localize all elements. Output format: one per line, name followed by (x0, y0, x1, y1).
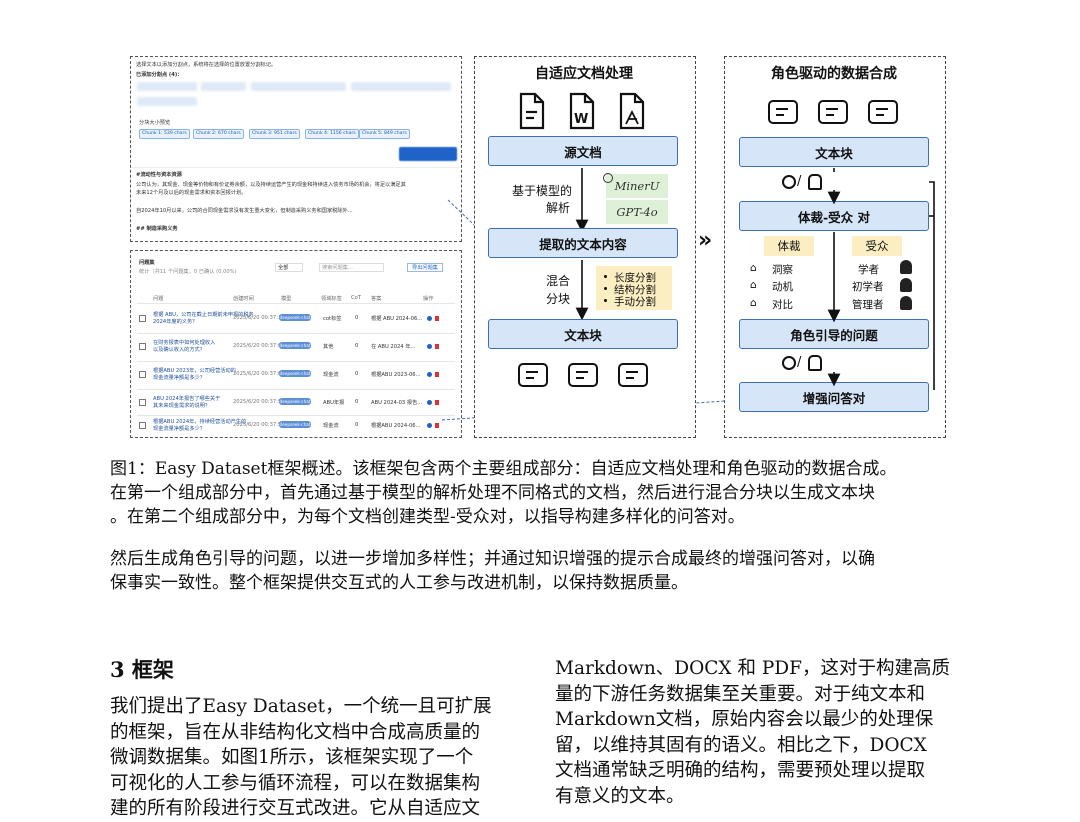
chunk-icon (618, 363, 648, 387)
model-parse-label: 解析 (546, 201, 571, 215)
chunk-icon (768, 100, 798, 124)
text-chunk-box: 文本块 (488, 319, 678, 349)
svg-text:W: W (574, 112, 588, 127)
chunk-icon (868, 100, 898, 124)
double-chevron-icon: » (698, 228, 713, 253)
chunk-icon (518, 363, 548, 387)
document-icons: W (519, 92, 645, 130)
source-document-box: 源文档 (488, 136, 678, 166)
split-methods-box: 长度分割 结构分割 手动分割 (596, 266, 672, 310)
zoom-icon (603, 173, 613, 183)
right-flow-arrows (827, 168, 935, 390)
model-parse-label: 基于模型的 (512, 184, 573, 198)
parser-gpt4o: GPT-4o (606, 200, 668, 224)
figure-caption: 图1：Easy Dataset框架概述。该框架包含两个主要组成部分：自适应文档处… (110, 459, 897, 527)
split-method: 手动分割 (614, 296, 656, 308)
chunk-icon (568, 363, 598, 387)
figure-caption-continued: 然后生成角色引导的问题，以进一步增加多样性；并通过知识增强的提示合成最终的增强问… (110, 549, 875, 593)
chunk-icon (818, 100, 848, 124)
parser-mineru: MinerU (606, 174, 668, 198)
body-right-column: Markdown、DOCX 和 PDF，这对于构建高质 量的下游任务数据集至关重… (555, 658, 950, 807)
panel-title: 角色驱动的数据合成 (771, 66, 897, 82)
extracted-text-box: 提取的文本内容 (488, 228, 678, 258)
section-heading: 3 框架 (110, 657, 174, 682)
body-left-column: 我们提出了Easy Dataset，一个统一且可扩展 的框架，旨在从非结构化文档… (110, 696, 492, 819)
hybrid-chunk-label: 混合 (546, 274, 571, 288)
text-doc-icon (519, 92, 545, 130)
panel-title: 自适应文档处理 (535, 66, 633, 82)
hybrid-chunk-label: 分块 (546, 292, 571, 306)
pdf-doc-icon (619, 92, 645, 130)
